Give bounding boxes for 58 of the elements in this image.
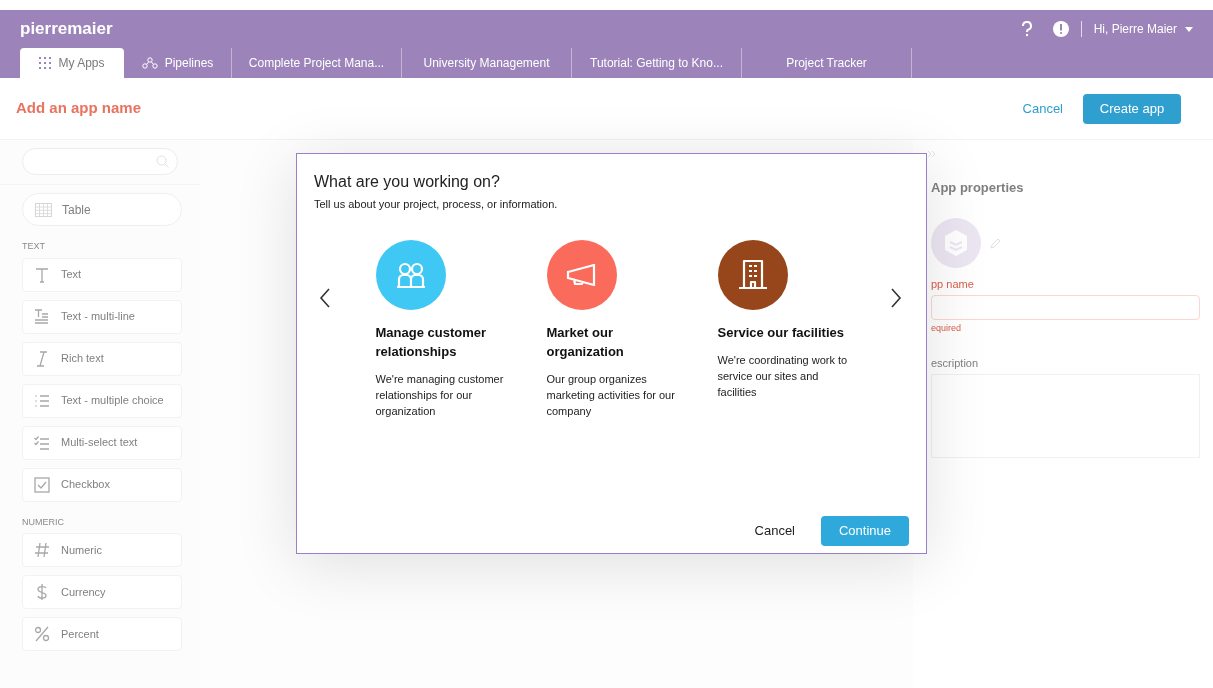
continue-button[interactable]: Continue [821,516,909,546]
tab[interactable]: Complete Project Mana... [232,48,402,78]
create-app-button[interactable]: Create app [1083,93,1181,124]
field-type-item[interactable]: Multi-select text [22,425,182,460]
field-type-item[interactable]: Rich text [22,341,182,376]
app-icon[interactable] [931,217,981,268]
logo: pierremaier [20,18,113,41]
field-type-item[interactable]: Text - multi-line [22,299,182,334]
option-title: Market our organization [546,323,625,361]
checklist-icon [33,433,51,452]
dialog-title: What are you working on? [314,172,501,192]
search-icon [156,155,169,168]
field-type-item[interactable]: Text - multiple choice [22,383,182,418]
field-type-item[interactable]: Currency [22,575,182,609]
caret-icon [1185,26,1193,32]
field-label: pp name [931,276,975,292]
tab[interactable]: University Management [402,48,572,78]
section-heading: TEXT [22,240,45,253]
option-card[interactable]: Manage customer relationships We're managing customer relationships for our organization [375,239,506,419]
option-card[interactable]: Market our organization Our group organizes marketing activities for our company [546,239,677,419]
help-icon[interactable] [1020,21,1033,37]
search-field[interactable] [22,148,178,175]
multiline-text-icon [33,307,51,326]
dialog-subtitle: Tell us about your project, process, or information. [314,197,559,212]
app-name-field[interactable] [931,295,1200,320]
cancel-button[interactable]: Cancel [754,521,795,541]
option-description: Our group organizes marketing activities for our company [546,371,676,419]
tab[interactable]: Tutorial: Getting to Kno... [572,48,742,78]
alert-icon[interactable] [1052,21,1069,37]
option-title: Service our facilities [717,323,845,342]
table-item[interactable]: Table [22,193,182,226]
option-description: We're coordinating work to service our sites and facilities [717,352,848,400]
option-title: Manage customer relationships [375,323,488,361]
field-type-item[interactable]: Checkbox [22,467,182,502]
hash-icon [33,541,51,559]
option-description: We're managing customer relationships for our organization [375,371,505,419]
option-card[interactable]: Service our facilities We're coordinating work to service our sites and facilities [717,239,848,419]
tab[interactable]: Project Tracker [742,48,912,78]
field-type-item[interactable]: Percent [22,617,182,651]
checkbox-icon [33,475,51,494]
error-message: equired [931,322,963,335]
text-icon [33,265,51,284]
grid-icon [39,57,52,69]
nodes-icon [141,57,158,69]
panel-title: App properties [931,179,1025,197]
user-menu[interactable]: Hi, Pierre Maier [1093,20,1193,38]
tab[interactable]: My Apps [20,48,124,78]
pencil-icon[interactable] [989,237,1001,250]
field-type-item[interactable]: Numeric [22,533,182,567]
field-label: escription [931,355,980,371]
app-title: Add an app name [16,98,142,119]
table-icon [35,202,52,217]
cancel-link[interactable]: Cancel [1022,98,1063,119]
section-heading: NUMERIC [22,515,64,529]
percent-icon [33,625,51,643]
field-type-item[interactable]: Text [22,257,182,292]
tab[interactable]: Pipelines [124,48,232,78]
description-field[interactable] [931,374,1200,458]
